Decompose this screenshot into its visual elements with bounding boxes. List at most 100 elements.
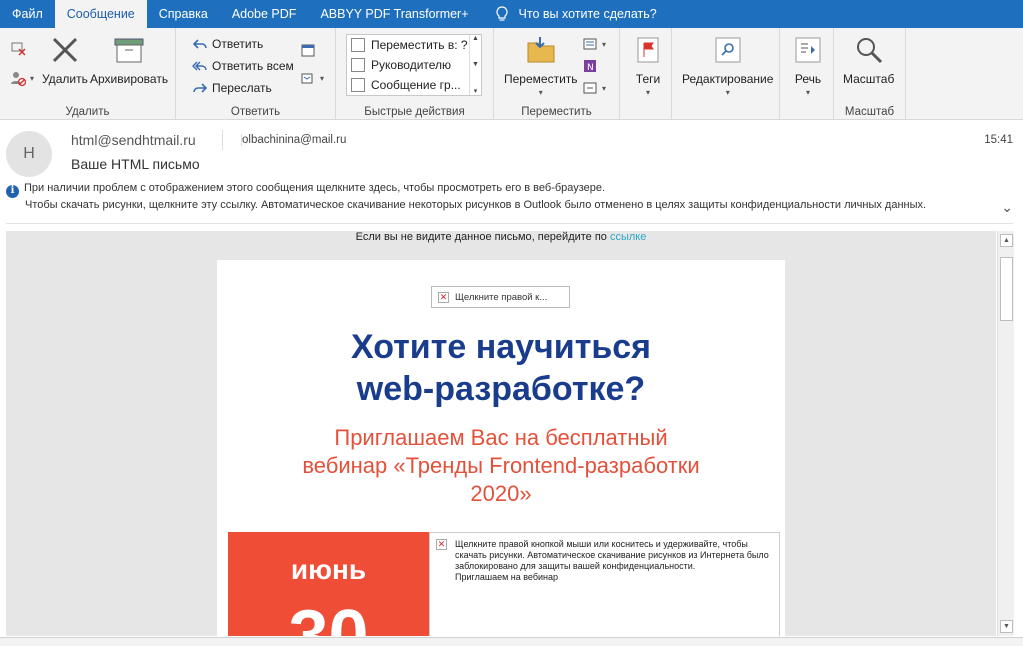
tab-adobe-pdf[interactable]: Adobe PDF (220, 0, 309, 28)
tell-me-box[interactable]: Что вы хотите сделать? (481, 0, 657, 28)
message-header: H html@sendhtmail.ru olbachinina@mail.ru… (0, 121, 1023, 225)
vertical-scrollbar[interactable]: ▲ ▼ (997, 231, 1014, 636)
tab-help[interactable]: Справка (147, 0, 220, 28)
group-move-label: Переместить (521, 106, 592, 118)
quick-step-move-to[interactable]: Переместить в: ? (347, 35, 481, 55)
flag-icon (632, 34, 664, 66)
ribbon-tab-bar: Файл Сообщение Справка Adobe PDF ABBYY P… (0, 0, 1023, 28)
quick-steps-gallery: Переместить в: ? Руководителю Сообщение … (346, 34, 482, 96)
lightbulb-icon (495, 6, 508, 21)
archive-icon (113, 34, 145, 66)
quick-step-team-email[interactable]: Сообщение гр... (347, 75, 481, 95)
webinar-month: июнь (290, 554, 367, 585)
blocked-banner-placeholder[interactable]: ✕ Щелкните правой кнопкой мыши или косни… (429, 532, 780, 636)
actions-button[interactable]: ▾ (582, 80, 606, 96)
scroll-down-arrow-icon[interactable]: ▼ (1000, 620, 1013, 633)
onenote-icon: N (582, 58, 598, 74)
expand-header-chevron-icon[interactable]: ⌄ (1001, 199, 1013, 216)
rules-icon (582, 36, 598, 52)
delete-button[interactable]: Удалить (42, 34, 88, 86)
email-card: ✕ Щелкните правой к... Хотите научиться … (217, 260, 785, 636)
sender-address[interactable]: html@sendhtmail.ru (71, 132, 196, 148)
webinar-date-block: июнь 30 (228, 532, 429, 636)
move-button[interactable]: Переместить ▾ (504, 34, 578, 97)
delete-label: Удалить (42, 72, 88, 86)
recipient-address[interactable]: olbachinina@mail.ru (241, 134, 346, 146)
broken-image-icon: ✕ (438, 291, 449, 303)
tab-message[interactable]: Сообщение (54, 0, 147, 28)
editing-button[interactable]: Редактирование ▾ (682, 34, 773, 97)
archive-button[interactable]: Архивировать (90, 34, 168, 86)
onenote-button[interactable]: N (582, 58, 602, 74)
search-icon (712, 34, 744, 66)
actions-icon (582, 80, 598, 96)
meeting-reply-button[interactable] (300, 42, 320, 58)
webinar-day: 30 (288, 596, 369, 636)
reply-label: Ответить (212, 37, 264, 51)
tags-label: Теги (635, 72, 661, 86)
info-line-browser: При наличии проблем с отображением этого… (24, 182, 606, 194)
group-zoom-label: Масштаб (844, 106, 895, 118)
magnifier-icon (853, 34, 885, 66)
more-respond-button[interactable]: ▾ (300, 70, 324, 86)
scroll-up-arrow-icon[interactable]: ▲ (1000, 234, 1013, 247)
header-separator (6, 223, 1013, 224)
forward-button[interactable]: Переслать (192, 80, 272, 96)
tab-file[interactable]: Файл (0, 0, 55, 28)
zoom-label: Масштаб (843, 72, 895, 86)
group-respond-label: Ответить (230, 106, 281, 118)
junk-user-icon (10, 70, 26, 86)
forward-envelope-icon (351, 58, 365, 72)
reply-all-button[interactable]: Ответить всем (192, 58, 294, 74)
group-tags: Теги ▾ (620, 28, 672, 120)
forward-icon (192, 80, 208, 96)
junk-button[interactable]: ▾ (10, 70, 34, 86)
ignore-icon (10, 40, 26, 56)
subline-line-1: Приглашаем Вас на бесплатный (334, 425, 668, 450)
quick-step-manager[interactable]: Руководителю (347, 55, 481, 75)
scroll-thumb[interactable] (1000, 257, 1013, 321)
blocked-banner-text: Щелкните правой кнопкой мыши или косните… (455, 539, 769, 571)
tab-abbyy[interactable]: ABBYY PDF Transformer+ (308, 0, 480, 28)
speech-button[interactable]: Речь ▾ (792, 34, 824, 97)
archive-label: Архивировать (90, 72, 169, 86)
zoom-button[interactable]: Масштаб (843, 34, 894, 86)
meeting-icon (300, 42, 316, 58)
view-online-text: Если вы не видите данное письмо, перейди… (355, 231, 607, 243)
group-speech: Речь ▾ (780, 28, 834, 120)
quick-step-label: Сообщение гр... (371, 78, 461, 92)
rules-button[interactable]: ▾ (582, 36, 606, 52)
view-online-note: Если вы не видите данное письмо, перейди… (6, 231, 996, 243)
email-headline: Хотите научиться web-разработке? (217, 326, 785, 410)
reply-all-label: Ответить всем (212, 59, 294, 73)
headline-line-1: Хотите научиться (350, 328, 651, 366)
blocked-image-placeholder[interactable]: ✕ Щелкните правой к... (431, 286, 570, 308)
group-zoom: Масштаб Масштаб (834, 28, 906, 120)
status-bar (0, 637, 1023, 646)
headline-line-2: web-разработке? (356, 370, 646, 408)
blocked-image-text: Щелкните правой к... (455, 291, 548, 303)
delete-x-icon (49, 34, 81, 66)
quick-steps-scroll[interactable]: ▲ ▼ ▾ (469, 35, 481, 95)
broken-image-icon: ✕ (436, 539, 447, 550)
reply-icon (192, 36, 208, 52)
more-respond-icon (300, 70, 316, 86)
move-label: Переместить (504, 72, 578, 86)
header-divider (222, 130, 223, 150)
envelope-icon (351, 78, 365, 92)
group-respond: Ответить Ответить всем Переслать ▾ Ответ… (176, 28, 336, 120)
ignore-button[interactable] (10, 40, 30, 56)
tags-button[interactable]: Теги ▾ (632, 34, 664, 97)
email-subheadline: Приглашаем Вас на бесплатный вебинар «Тр… (217, 424, 785, 508)
ribbon: ▾ Удалить Архивировать Удалить Ответить … (0, 28, 1023, 120)
folder-move-icon (351, 38, 365, 52)
view-online-link[interactable]: ссылке (610, 231, 646, 243)
group-editing: Редактирование ▾ (672, 28, 780, 120)
info-icon: i (6, 184, 19, 198)
message-subject: Ваше HTML письмо (71, 156, 200, 172)
info-bar[interactable]: i При наличии проблем с отображением этог… (6, 181, 926, 212)
sender-avatar[interactable]: H (6, 131, 52, 177)
quick-step-label: Руководителю (371, 58, 452, 72)
reply-button[interactable]: Ответить (192, 36, 263, 52)
subline-line-3: 2020» (470, 481, 532, 506)
